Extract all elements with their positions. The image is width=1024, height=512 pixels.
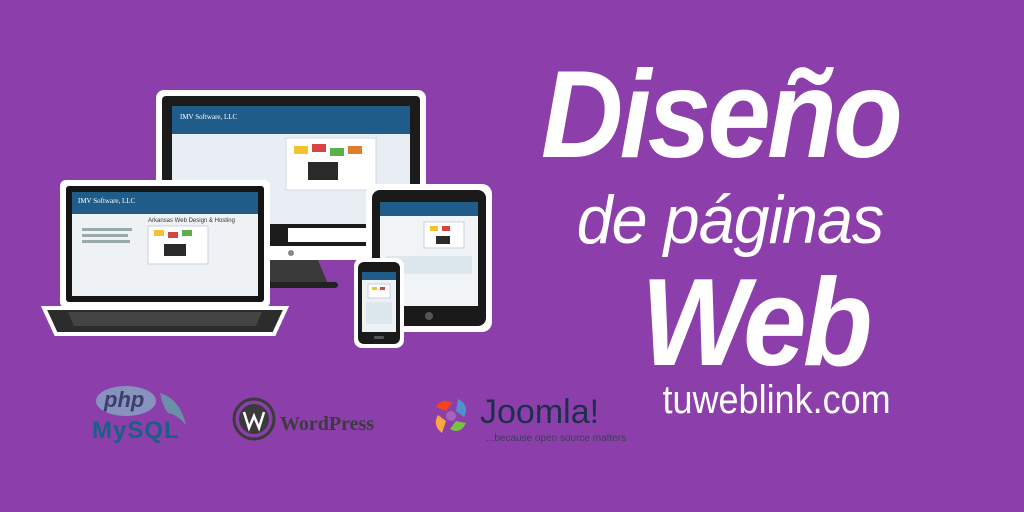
wordpress-label: WordPress <box>280 413 375 435</box>
joomla-tagline: ...because open source matters <box>486 433 627 444</box>
joomla-label: Joomla! <box>480 393 600 431</box>
mysql-label: MySQL <box>92 417 180 444</box>
monitor-site-title: IMV Software, LLC <box>180 113 238 121</box>
responsive-devices-illustration: IMV Software, LLC IMV Software, LLC Arka… <box>40 90 492 348</box>
laptop: IMV Software, LLC Arkansas Web Design & … <box>40 180 290 336</box>
laptop-site-heading: Arkansas Web Design & Hosting <box>148 218 235 224</box>
smartphone <box>354 258 404 348</box>
headline-line-3: Web <box>641 254 872 392</box>
headline-line-2: de páginas <box>576 182 885 258</box>
technology-logos: php MySQL WordPress Joomla! ...because o… <box>90 385 650 455</box>
wordpress-icon <box>232 397 276 441</box>
laptop-site-title: IMV Software, LLC <box>78 197 136 205</box>
joomla-icon <box>435 399 466 433</box>
php-label: php <box>104 387 145 412</box>
headline-line-1: Diseño <box>540 46 903 184</box>
website-url[interactable]: tuweblink.com <box>663 378 891 422</box>
